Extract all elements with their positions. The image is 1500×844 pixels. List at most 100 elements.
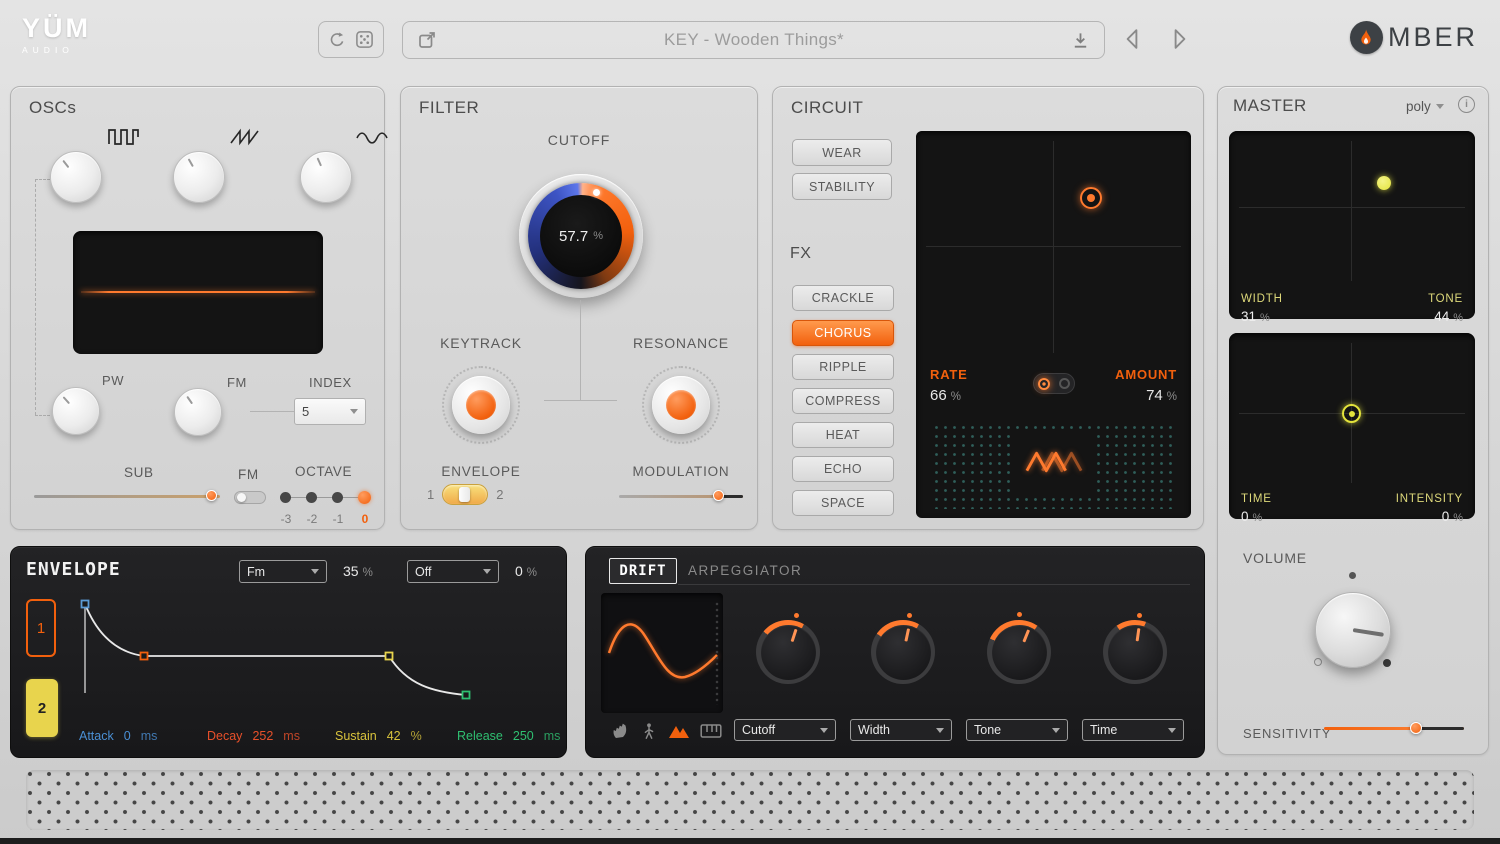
dice-icon[interactable] <box>355 30 374 49</box>
tab-drift[interactable]: DRIFT <box>609 558 677 584</box>
pad2-marker[interactable] <box>1342 404 1361 423</box>
logo-text: YÜM <box>22 13 91 44</box>
env-dest2-select[interactable]: Off <box>407 560 499 583</box>
wear-button[interactable]: WEAR <box>792 139 892 166</box>
octave-tick-label: 0 <box>355 512 375 526</box>
rate-unit: % <box>951 391 961 403</box>
env-dest2-unit: % <box>527 567 537 579</box>
randomize-group <box>318 21 384 58</box>
fm-knob[interactable] <box>174 388 222 436</box>
pad1-marker[interactable] <box>1377 176 1391 190</box>
chevron-down-icon <box>483 569 491 574</box>
sensitivity-slider[interactable] <box>1324 721 1464 735</box>
decay-handle[interactable] <box>141 653 148 660</box>
volume-tick-left <box>1314 658 1322 666</box>
prev-preset-button[interactable] <box>1124 28 1140 50</box>
osc3-level-knob[interactable] <box>300 151 352 203</box>
export-preset-icon[interactable] <box>417 30 437 50</box>
width-tone-pad[interactable]: WIDTH 31% TONE 44% <box>1229 131 1475 319</box>
hand-icon[interactable] <box>610 721 630 741</box>
tab-arpeggiator[interactable]: ARPEGGIATOR <box>688 563 802 578</box>
fx-power-toggle[interactable] <box>1033 373 1075 394</box>
refresh-icon[interactable] <box>328 31 346 49</box>
keytrack-knob[interactable] <box>442 366 520 444</box>
env-switch-pill[interactable] <box>442 484 488 505</box>
octave-dot-m2[interactable] <box>306 492 317 503</box>
drift-target-select-2[interactable]: Width <box>850 719 952 741</box>
attack-readout[interactable]: Attack 0 ms <box>79 729 157 743</box>
sub-slider[interactable] <box>34 489 220 503</box>
drift-target-select-1[interactable]: Cutoff <box>734 719 836 741</box>
volume-knob[interactable] <box>1315 592 1391 668</box>
sine-wave-icon <box>355 129 389 152</box>
pw-knob[interactable] <box>52 387 100 435</box>
waveform-display <box>73 231 323 354</box>
fx-button-echo[interactable]: ECHO <box>792 456 894 482</box>
lfo-edge-dots <box>714 601 720 705</box>
sustain-handle[interactable] <box>386 653 393 660</box>
resonance-knob[interactable] <box>642 366 720 444</box>
octave-dot-m3[interactable] <box>280 492 291 503</box>
amount-value-pair[interactable]: 74 % <box>1146 387 1177 404</box>
mountain-icon[interactable] <box>668 722 690 740</box>
walker-icon[interactable] <box>640 721 658 741</box>
filter-envelope-label: ENVELOPE <box>431 464 531 479</box>
fx-button-ripple[interactable]: RIPPLE <box>792 354 894 380</box>
index-select[interactable]: 5 <box>294 398 366 425</box>
filter-env-switch[interactable]: 1 2 <box>427 484 503 505</box>
drift-amount-knob-3[interactable] <box>987 620 1051 684</box>
envelope-tab-2[interactable]: 2 <box>26 679 58 737</box>
drift-amount-knob-1[interactable] <box>756 620 820 684</box>
modulation-slider[interactable] <box>619 489 743 503</box>
sustain-readout[interactable]: Sustain 42 % <box>335 729 422 743</box>
fx-button-heat[interactable]: HEAT <box>792 422 894 448</box>
yum-audio-logo: YÜM AUDIO <box>22 13 91 55</box>
envelope-tab-1[interactable]: 1 <box>26 599 56 657</box>
octave-selector[interactable]: -3 -2 -1 0 <box>279 491 379 535</box>
envelope-curve-display[interactable] <box>69 589 549 713</box>
drift-target-2: Width <box>858 723 890 737</box>
drift-amount-knob-2[interactable] <box>871 620 935 684</box>
fx-button-compress[interactable]: COMPRESS <box>792 388 894 414</box>
env-option-1[interactable]: 1 <box>427 487 434 502</box>
lfo-display[interactable] <box>601 593 723 713</box>
save-preset-icon[interactable] <box>1071 31 1090 50</box>
next-preset-button[interactable] <box>1172 28 1188 50</box>
octave-tick-label: -2 <box>302 512 322 526</box>
rate-value-pair[interactable]: 66 % <box>930 387 961 404</box>
env-dest2-amount-pair[interactable]: 0 % <box>515 563 537 579</box>
release-readout[interactable]: Release 250 ms <box>457 729 560 743</box>
fx-button-crackle[interactable]: CRACKLE <box>792 285 894 311</box>
keyboard-icon[interactable] <box>700 723 722 739</box>
drift-target-select-4[interactable]: Time <box>1082 719 1184 741</box>
bottom-edge <box>0 838 1500 844</box>
release-handle[interactable] <box>463 692 470 699</box>
cutoff-indicator-dot <box>593 189 600 196</box>
info-icon[interactable]: i <box>1458 96 1475 113</box>
decay-readout[interactable]: Decay 252 ms <box>207 729 300 743</box>
octave-dot-m1[interactable] <box>332 492 343 503</box>
stability-button[interactable]: STABILITY <box>792 173 892 200</box>
brand-text: MBER <box>1388 22 1478 53</box>
drift-amount-knob-4[interactable] <box>1103 620 1167 684</box>
fx-button-space[interactable]: SPACE <box>792 490 894 516</box>
octave-dot-0[interactable] <box>358 491 371 504</box>
time-intensity-pad[interactable]: TIME 0% INTENSITY 0% <box>1229 333 1475 519</box>
env-option-2[interactable]: 2 <box>496 487 503 502</box>
preset-name[interactable]: KEY - Wooden Things* <box>437 30 1071 50</box>
fx-button-chorus[interactable]: CHORUS <box>792 320 894 346</box>
cutoff-knob[interactable]: 57.7 % <box>519 174 643 298</box>
env-dest1-amount-pair[interactable]: 35 % <box>343 563 373 579</box>
fm-toggle[interactable] <box>234 491 266 504</box>
time-unit: % <box>1253 512 1263 524</box>
env-dest1-select[interactable]: Fm <box>239 560 327 583</box>
attack-handle[interactable] <box>82 601 89 608</box>
chorus-wave-icon <box>1016 431 1091 493</box>
voice-mode-select[interactable]: poly <box>1406 99 1444 114</box>
osc1-level-knob[interactable] <box>50 151 102 203</box>
fx-xy-marker[interactable] <box>1080 187 1102 209</box>
drift-target-select-3[interactable]: Tone <box>966 719 1068 741</box>
preset-bar[interactable]: KEY - Wooden Things* <box>402 21 1105 59</box>
osc2-level-knob[interactable] <box>173 151 225 203</box>
filter-panel: FILTER CUTOFF 57.7 % KEYTRACK RESONANCE … <box>400 86 758 530</box>
